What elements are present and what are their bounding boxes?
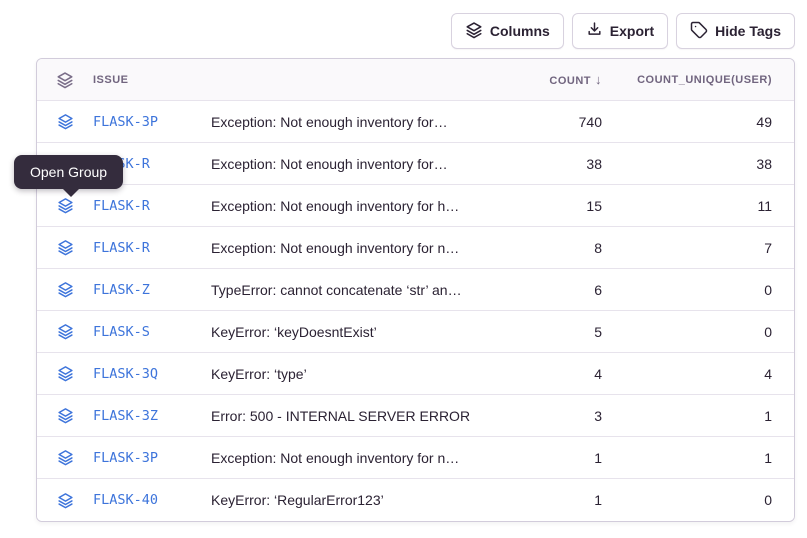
table-row: FLASK-S KeyError: ‘keyDoesntExist’ 5 0 [37, 311, 794, 353]
issue-link[interactable]: FLASK-3P [93, 450, 211, 466]
count-value: 6 [487, 282, 602, 298]
count-unique-value: 38 [602, 156, 772, 172]
table-row: FLASK-R Exception: Not enough inventory … [37, 143, 794, 185]
issue-title: Error: 500 - INTERNAL SERVER ERROR [211, 408, 487, 424]
open-group-stack-icon[interactable] [37, 449, 93, 466]
stack-icon [465, 21, 483, 42]
count-value: 4 [487, 366, 602, 382]
count-value: 15 [487, 198, 602, 214]
issue-link[interactable]: FLASK-S [93, 324, 211, 340]
tooltip-label: Open Group [30, 164, 107, 180]
issue-title: Exception: Not enough inventory for… [211, 156, 487, 172]
issue-title: Exception: Not enough inventory for… [211, 114, 487, 130]
count-unique-value: 0 [602, 282, 772, 298]
count-value: 5 [487, 324, 602, 340]
table-row: FLASK-40 KeyError: ‘RegularError123’ 1 0 [37, 479, 794, 521]
table-row: FLASK-R Exception: Not enough inventory … [37, 185, 794, 227]
table-body: FLASK-3P Exception: Not enough inventory… [37, 101, 794, 521]
count-unique-value: 4 [602, 366, 772, 382]
open-group-stack-icon[interactable] [37, 239, 93, 256]
column-header-count-unique[interactable]: COUNT_UNIQUE(USER) [602, 74, 772, 86]
issue-title: KeyError: ‘keyDoesntExist’ [211, 324, 487, 340]
open-group-stack-icon[interactable] [37, 323, 93, 340]
count-value: 38 [487, 156, 602, 172]
count-unique-value: 0 [602, 324, 772, 340]
columns-button-label: Columns [490, 23, 550, 39]
download-icon [586, 21, 603, 41]
count-value: 1 [487, 450, 602, 466]
count-unique-value: 1 [602, 408, 772, 424]
issue-title: TypeError: cannot concatenate ‘str’ an… [211, 282, 487, 298]
export-button[interactable]: Export [572, 13, 668, 49]
hide-tags-button[interactable]: Hide Tags [676, 13, 795, 49]
column-header-count[interactable]: COUNT ↓ [487, 72, 602, 87]
count-header-label: COUNT [549, 75, 591, 87]
issue-link[interactable]: FLASK-3Z [93, 408, 211, 424]
table-row: FLASK-3P Exception: Not enough inventory… [37, 437, 794, 479]
open-group-tooltip: Open Group [14, 155, 123, 189]
tag-icon [690, 21, 708, 42]
issue-title: Exception: Not enough inventory for n… [211, 240, 487, 256]
hide-tags-button-label: Hide Tags [715, 23, 781, 39]
count-unique-value: 7 [602, 240, 772, 256]
open-group-stack-icon[interactable] [37, 365, 93, 382]
table-row: FLASK-3P Exception: Not enough inventory… [37, 101, 794, 143]
issue-link[interactable]: FLASK-3Q [93, 366, 211, 382]
count-value: 3 [487, 408, 602, 424]
issue-link[interactable]: FLASK-3P [93, 114, 211, 130]
count-unique-value: 1 [602, 450, 772, 466]
table-row: FLASK-3Z Error: 500 - INTERNAL SERVER ER… [37, 395, 794, 437]
column-header-issue[interactable]: ISSUE [93, 74, 211, 86]
count-value: 8 [487, 240, 602, 256]
columns-button[interactable]: Columns [451, 13, 564, 49]
sort-descending-icon: ↓ [595, 72, 602, 87]
table-row: FLASK-3Q KeyError: ‘type’ 4 4 [37, 353, 794, 395]
open-group-stack-icon[interactable] [37, 407, 93, 424]
issue-title: Exception: Not enough inventory for h… [211, 198, 487, 214]
open-group-stack-icon[interactable] [37, 492, 93, 509]
count-unique-value: 11 [602, 198, 772, 214]
open-group-stack-icon[interactable] [37, 197, 93, 214]
issue-link[interactable]: FLASK-40 [93, 492, 211, 508]
stack-icon[interactable] [37, 71, 93, 89]
export-button-label: Export [610, 23, 654, 39]
issue-title: Exception: Not enough inventory for n… [211, 450, 487, 466]
results-table: ISSUE COUNT ↓ COUNT_UNIQUE(USER) FLASK-3P… [36, 58, 795, 522]
issue-title: KeyError: ‘RegularError123’ [211, 492, 487, 508]
count-value: 740 [487, 114, 602, 130]
toolbar: Columns Export Hide Tags [451, 13, 795, 49]
table-header-row: ISSUE COUNT ↓ COUNT_UNIQUE(USER) [37, 59, 794, 101]
table-row: FLASK-R Exception: Not enough inventory … [37, 227, 794, 269]
tooltip-caret [62, 188, 80, 197]
open-group-stack-icon[interactable] [37, 113, 93, 130]
count-unique-value: 0 [602, 492, 772, 508]
issue-link[interactable]: FLASK-R [93, 198, 211, 214]
count-unique-value: 49 [602, 114, 772, 130]
count-value: 1 [487, 492, 602, 508]
issue-title: KeyError: ‘type’ [211, 366, 487, 382]
open-group-stack-icon[interactable] [37, 281, 93, 298]
issue-link[interactable]: FLASK-Z [93, 282, 211, 298]
table-row: FLASK-Z TypeError: cannot concatenate ‘s… [37, 269, 794, 311]
issue-link[interactable]: FLASK-R [93, 240, 211, 256]
